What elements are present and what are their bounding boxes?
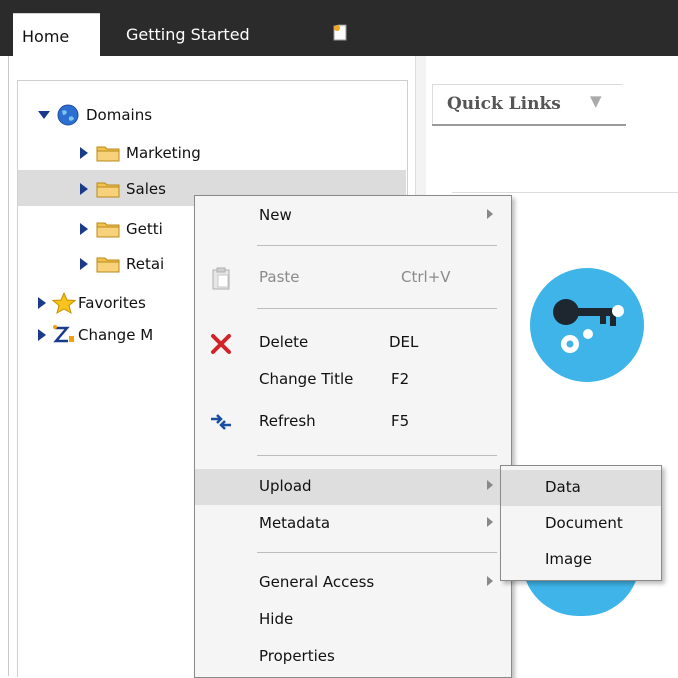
menu-separator: [257, 455, 497, 456]
submenu-arrow-icon: [487, 576, 493, 586]
menu-item-change-title[interactable]: Change Title F2: [195, 362, 511, 398]
tree-item-marketing[interactable]: Marketing: [80, 136, 201, 170]
menu-separator: [257, 308, 497, 309]
folder-icon: [96, 182, 120, 198]
expand-right-icon[interactable]: [38, 297, 46, 309]
submenu-arrow-icon: [487, 209, 493, 219]
tab-home-label: Home: [22, 27, 70, 46]
menu-label-hide: Hide: [259, 610, 294, 628]
folder-icon: [96, 222, 120, 238]
expand-right-icon[interactable]: [38, 329, 46, 341]
menu-item-general-access[interactable]: General Access: [195, 565, 511, 601]
menu-label-general-access: General Access: [259, 573, 375, 591]
shortcut-refresh: F5: [391, 412, 410, 430]
tree-label-sales: Sales: [126, 180, 166, 198]
tab-getting-started[interactable]: Getting Started: [126, 25, 250, 44]
new-page-icon[interactable]: [333, 24, 347, 41]
menu-item-delete[interactable]: Delete DEL: [195, 325, 511, 361]
expand-right-icon[interactable]: [80, 223, 88, 235]
tree-item-getting[interactable]: Getti: [80, 212, 163, 246]
chevron-down-icon[interactable]: ▼: [590, 92, 602, 110]
refresh-icon: [211, 414, 231, 430]
tree-label-domains: Domains: [86, 106, 153, 124]
menu-item-hide[interactable]: Hide: [195, 602, 511, 638]
tree-label-favorites: Favorites: [78, 294, 146, 312]
menu-separator: [257, 245, 497, 246]
tree-label-getting: Getti: [126, 220, 163, 238]
upload-submenu: Data Document Image: [500, 465, 662, 581]
security-key-tile[interactable]: [530, 268, 644, 382]
submenu-arrow-icon: [487, 517, 493, 527]
submenu-item-data[interactable]: Data: [501, 470, 661, 506]
left-border: [8, 56, 9, 676]
menu-label-delete: Delete: [259, 333, 309, 351]
menu-label-properties: Properties: [259, 647, 335, 665]
tree-label-retail: Retai: [126, 255, 165, 273]
clipboard-icon: [212, 267, 230, 290]
menu-item-new[interactable]: New: [195, 198, 511, 234]
tree-item-favorites[interactable]: Favorites: [38, 286, 146, 320]
menu-separator: [257, 552, 497, 553]
quick-links-label: Quick Links: [447, 94, 561, 114]
menu-label-metadata: Metadata: [259, 514, 331, 532]
submenu-arrow-icon: [487, 480, 493, 490]
submenu-item-image[interactable]: Image: [501, 542, 661, 578]
folder-icon: [96, 257, 120, 273]
quick-links-underline: [432, 124, 626, 126]
tree-label-marketing: Marketing: [126, 144, 201, 162]
star-icon: [52, 292, 76, 314]
shortcut-change-title: F2: [391, 370, 410, 388]
tree-item-change[interactable]: Change M: [38, 318, 153, 352]
submenu-item-document[interactable]: Document: [501, 506, 661, 542]
menu-label-refresh: Refresh: [259, 412, 316, 430]
tree-label-change: Change M: [78, 326, 154, 344]
tree-item-domains[interactable]: Domains: [38, 98, 152, 132]
key-gear-icon: [553, 299, 624, 353]
menu-item-properties[interactable]: Properties: [195, 639, 511, 675]
quick-links-tab[interactable]: Quick Links ▼: [432, 84, 623, 125]
tab-home[interactable]: Home: [13, 13, 100, 57]
menu-item-upload[interactable]: Upload: [195, 469, 511, 505]
shortcut-delete: DEL: [389, 333, 419, 351]
tree-item-sales[interactable]: Sales: [80, 172, 166, 206]
submenu-label-data: Data: [545, 478, 581, 496]
expand-right-icon[interactable]: [80, 147, 88, 159]
delete-x-icon: [211, 334, 231, 354]
expand-right-icon[interactable]: [80, 258, 88, 270]
quick-links-divider: [452, 192, 678, 193]
menu-label-change-title: Change Title: [259, 370, 354, 388]
top-tab-bar: Home Getting Started: [0, 0, 678, 57]
menu-label-paste: Paste: [259, 268, 300, 286]
menu-item-paste[interactable]: Paste Ctrl+V: [195, 260, 511, 296]
menu-item-refresh[interactable]: Refresh F5: [195, 404, 511, 440]
shortcut-paste: Ctrl+V: [401, 268, 451, 286]
expand-right-icon[interactable]: [80, 183, 88, 195]
tree-item-retail[interactable]: Retai: [80, 247, 164, 281]
context-menu: New Paste Ctrl+V Delete DEL Change Title…: [194, 195, 512, 678]
menu-item-metadata[interactable]: Metadata: [195, 506, 511, 542]
menu-label-new: New: [259, 206, 292, 224]
folder-icon: [96, 146, 120, 162]
submenu-label-document: Document: [545, 514, 623, 532]
globe-icon: [57, 104, 79, 126]
expand-down-icon[interactable]: [38, 111, 50, 119]
submenu-label-image: Image: [545, 550, 592, 568]
change-management-icon: [53, 325, 74, 343]
menu-label-upload: Upload: [259, 477, 312, 495]
